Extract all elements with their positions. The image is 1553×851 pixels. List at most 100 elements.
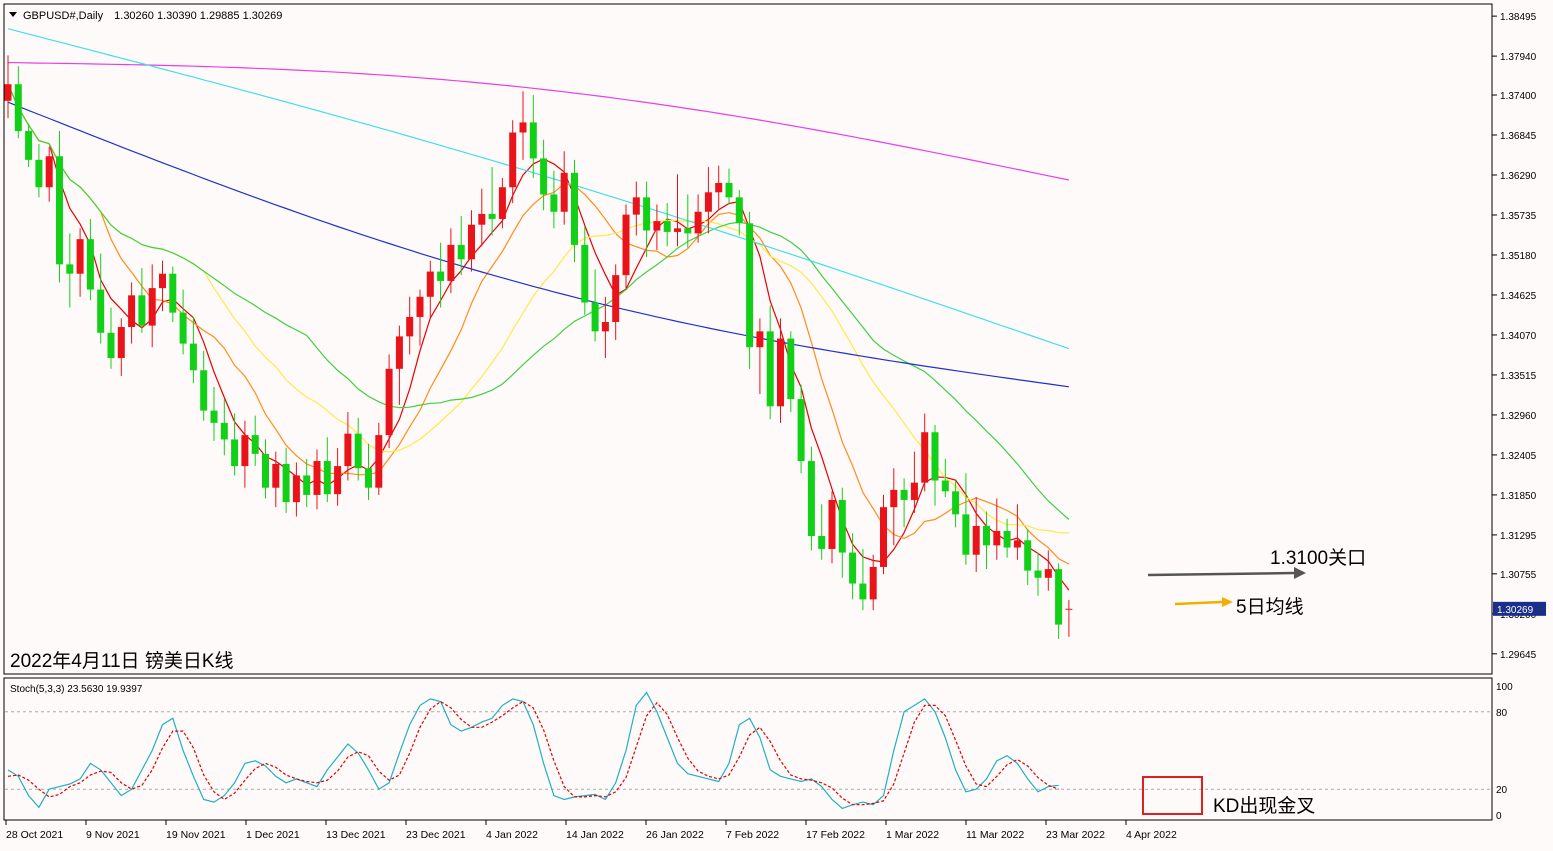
candle-body <box>498 187 506 219</box>
candle-body <box>179 312 187 344</box>
candle-body <box>663 221 671 232</box>
candle-body <box>220 422 228 440</box>
candle-body <box>838 499 846 553</box>
candle-body <box>25 131 33 160</box>
candle-body <box>684 228 692 234</box>
date-tick-label: 9 Nov 2021 <box>86 829 140 841</box>
candle-body <box>292 475 300 503</box>
candle-body <box>210 410 218 423</box>
candle-body <box>735 197 743 224</box>
candle-body <box>509 132 517 188</box>
stoch-tick-label: 20 <box>1496 785 1508 796</box>
candle-body <box>97 289 105 333</box>
candle-body <box>437 271 445 281</box>
candle-body <box>395 336 403 369</box>
date-tick-label: 11 Mar 2022 <box>966 829 1024 841</box>
candle-body <box>35 159 43 188</box>
candle-body <box>457 244 465 260</box>
candle-body <box>910 482 918 500</box>
ma5-label: 5日均线 <box>1236 596 1304 618</box>
price-tick-label: 1.32960 <box>1500 411 1537 422</box>
price-tick-label: 1.32405 <box>1500 451 1537 462</box>
candle-body <box>375 435 383 488</box>
date-tick-label: 1 Dec 2021 <box>246 829 300 841</box>
candle-body <box>880 507 887 567</box>
symbol-header: GBPUSD#,Daily 1.30260 1.30390 1.29885 1.… <box>23 10 282 22</box>
candle-body <box>385 368 393 436</box>
stoch-tick-label: 80 <box>1496 708 1508 719</box>
price-tick-label: 1.31295 <box>1500 531 1537 542</box>
candle-body <box>313 461 321 495</box>
candle-body <box>14 84 22 132</box>
price-tick-label: 1.35735 <box>1500 211 1537 222</box>
candle-body <box>107 332 115 359</box>
candle-body <box>1044 569 1052 578</box>
date-tick-label: 28 Oct 2021 <box>6 829 63 841</box>
candle-body <box>972 525 980 555</box>
candle-body <box>900 489 908 500</box>
price-tick-label: 1.35180 <box>1500 251 1537 262</box>
candle-body <box>354 433 362 469</box>
price-tick-label: 1.31850 <box>1500 491 1537 502</box>
candle-body <box>632 197 640 215</box>
candle-body <box>797 399 805 462</box>
candle-body <box>344 433 352 467</box>
candle-body <box>581 244 589 303</box>
candle-body <box>447 244 455 281</box>
candle-body <box>787 338 795 400</box>
candle-body <box>931 432 939 481</box>
candle-body <box>766 331 774 407</box>
candle-body <box>694 211 702 234</box>
candle-body <box>591 302 599 332</box>
date-tick-label: 1 Mar 2022 <box>886 829 939 841</box>
candle-body <box>56 156 63 265</box>
candle-body <box>1034 570 1042 578</box>
candle-body <box>704 192 712 212</box>
candle-body <box>86 239 94 290</box>
candle-body <box>674 228 681 232</box>
date-tick-label: 4 Jan 2022 <box>486 829 538 841</box>
candle-body <box>488 213 496 219</box>
candle-body <box>890 489 898 508</box>
candle-body <box>478 213 486 225</box>
current-price-tag: 1.30269 <box>1493 601 1546 616</box>
candle-body <box>818 535 826 549</box>
candle-body <box>262 453 269 488</box>
candle-body <box>529 122 537 159</box>
date-tick-label: 26 Jan 2022 <box>646 829 704 841</box>
candle-body <box>272 463 280 488</box>
date-tick-label: 23 Dec 2021 <box>406 829 466 841</box>
level-1310-label: 1.3100关口 <box>1270 547 1366 569</box>
date-tick-label: 19 Nov 2021 <box>166 829 226 841</box>
price-tick-label: 1.29645 <box>1500 650 1537 661</box>
candle-body <box>282 463 290 503</box>
candle-body <box>334 466 342 495</box>
price-tick-label: 1.34625 <box>1500 291 1537 302</box>
candle-body <box>45 156 53 188</box>
candle-body <box>643 197 651 231</box>
candle <box>807 446 815 551</box>
candle-body <box>777 338 784 407</box>
candle-body <box>76 239 84 274</box>
candle-body <box>746 223 754 348</box>
candle-body <box>251 435 259 454</box>
candle-body <box>962 514 970 555</box>
candle-body <box>807 461 815 536</box>
kd-cross-label: KD出现金叉 <box>1213 795 1315 817</box>
date-tick-label: 23 Mar 2022 <box>1046 829 1105 841</box>
candle-body <box>128 295 136 328</box>
price-tick-label: 1.33515 <box>1500 371 1537 382</box>
chart: 1.38495 1.37940 1.37400 1.36845 1.36290 1.357… <box>0 0 1553 851</box>
price-tick-label: 1.36845 <box>1500 131 1537 142</box>
candle-body <box>1003 530 1011 548</box>
candle-body <box>66 264 74 274</box>
price-tick-label: 1.36290 <box>1500 171 1537 182</box>
candle-body <box>365 468 372 488</box>
candle-body <box>993 530 1001 546</box>
candle-body <box>921 432 929 483</box>
price-tick-label: 1.30755 <box>1500 570 1537 581</box>
date-tick-label: 14 Jan 2022 <box>566 829 624 841</box>
candle-body <box>983 525 990 546</box>
candle-body <box>849 552 857 584</box>
price-tick-label: 1.37400 <box>1500 91 1537 102</box>
